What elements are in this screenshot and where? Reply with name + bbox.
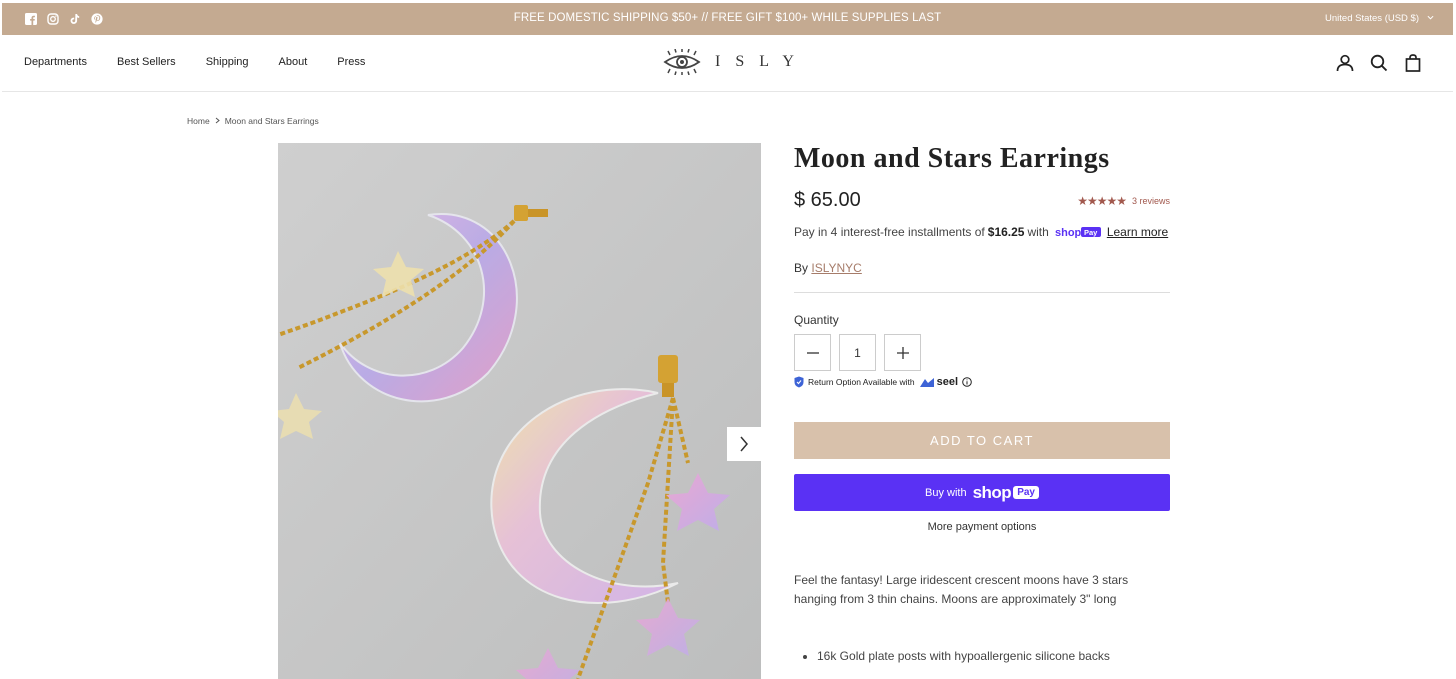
breadcrumb-home[interactable]: Home — [187, 116, 210, 126]
chevron-right-icon — [740, 436, 748, 452]
earrings-photo — [278, 143, 761, 679]
nav-item-press[interactable]: Press — [337, 56, 365, 68]
vendor-link[interactable]: ISLYNYC — [811, 261, 861, 275]
next-image-button[interactable] — [727, 427, 761, 461]
seel-logo-icon — [919, 377, 934, 387]
announcement-message: FREE DOMESTIC SHIPPING $50+ // FREE GIFT… — [513, 12, 942, 24]
nav-item-departments[interactable]: Departments — [24, 56, 87, 68]
search-icon[interactable] — [1369, 53, 1389, 73]
header-actions — [1335, 53, 1423, 73]
quantity-stepper: 1 — [794, 334, 1170, 371]
breadcrumb: Home Moon and Stars Earrings — [187, 116, 319, 126]
buy-with-label: Buy with — [925, 486, 967, 499]
divider — [794, 292, 1170, 293]
nav-item-shipping[interactable]: Shipping — [206, 56, 249, 68]
announcement-bar: FREE DOMESTIC SHIPPING $50+ // FREE GIFT… — [2, 3, 1453, 35]
product-price: $ 65.00 — [794, 189, 861, 211]
site-logo[interactable]: ISLY — [663, 49, 809, 75]
quantity-label: Quantity — [794, 313, 839, 327]
minus-icon — [806, 351, 819, 354]
by-label: By — [794, 261, 809, 275]
seel-brand: seel — [919, 376, 958, 388]
price-row: $ 65.00 ★★★★★ 3 reviews — [794, 189, 1170, 219]
product-info: Moon and Stars Earrings $ 65.00 ★★★★★ 3 … — [794, 143, 1170, 669]
svg-text:Pay: Pay — [1084, 228, 1098, 237]
breadcrumb-current: Moon and Stars Earrings — [224, 116, 319, 126]
shoppay-button-logo-icon: shop Pay — [973, 483, 1039, 503]
installments-with: with — [1027, 225, 1049, 239]
installments-info: Pay in 4 interest-free installments of $… — [794, 225, 1170, 239]
decrease-quantity-button[interactable] — [794, 334, 831, 371]
cart-icon[interactable] — [1403, 53, 1423, 73]
learn-more-link[interactable]: Learn more — [1107, 225, 1168, 239]
more-payment-options-link[interactable]: More payment options — [794, 521, 1170, 533]
vendor-line: By ISLYNYC — [794, 261, 1170, 275]
reviews-link[interactable]: 3 reviews — [1132, 196, 1170, 206]
region-selector[interactable]: United States (USD $) — [1325, 13, 1419, 24]
add-to-cart-button[interactable]: ADD TO CART — [794, 422, 1170, 459]
logo-text: ISLY — [715, 53, 809, 70]
account-icon[interactable] — [1335, 53, 1355, 73]
installments-amount: $16.25 — [987, 225, 1025, 239]
seel-return-option[interactable]: Return Option Available with seel — [794, 376, 1170, 388]
product-title: Moon and Stars Earrings — [794, 143, 1110, 174]
nav-item-about[interactable]: About — [279, 56, 308, 68]
feature-list: 16k Gold plate posts with hypoallergenic… — [794, 649, 1170, 663]
chevron-down-icon[interactable] — [1427, 13, 1434, 23]
shoppay-logo-icon: shop Pay — [1055, 226, 1101, 238]
rating-stars: ★★★★★ — [1077, 194, 1127, 208]
product-image[interactable] — [278, 143, 761, 679]
installments-text: Pay in 4 interest-free installments of — [794, 225, 985, 239]
plus-icon — [896, 346, 909, 359]
buy-with-shoppay-button[interactable]: Buy with shop Pay — [794, 474, 1170, 511]
info-icon[interactable] — [962, 377, 972, 387]
chevron-right-icon — [215, 116, 220, 126]
feature-item: 16k Gold plate posts with hypoallergenic… — [817, 649, 1170, 663]
increase-quantity-button[interactable] — [884, 334, 921, 371]
svg-text:shop: shop — [1055, 227, 1082, 238]
main-nav: Departments Best Sellers Shipping About … — [24, 56, 395, 68]
product-description: Feel the fantasy! Large iridescent cresc… — [794, 573, 1129, 606]
eye-logo-icon — [663, 49, 701, 75]
seel-text: Return Option Available with — [808, 377, 915, 387]
shield-icon — [794, 376, 804, 388]
nav-item-best-sellers[interactable]: Best Sellers — [117, 56, 176, 68]
site-header: Departments Best Sellers Shipping About … — [2, 35, 1453, 92]
quantity-input[interactable]: 1 — [839, 334, 876, 371]
seel-brand-text: seel — [936, 376, 959, 388]
shop-label: shop — [972, 482, 1012, 502]
pay-label: Pay — [1013, 486, 1039, 499]
product-rating[interactable]: ★★★★★ 3 reviews — [1077, 194, 1170, 208]
